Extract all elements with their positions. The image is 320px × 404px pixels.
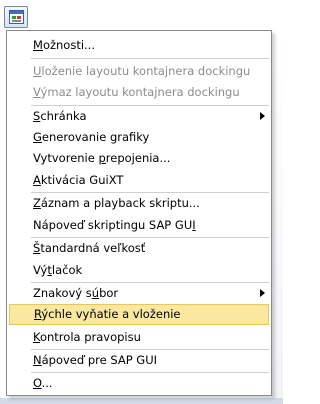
menu-item-access-key: K: [33, 330, 40, 344]
menu-item-access-key: p: [98, 151, 106, 165]
menu-item-quick-cut-paste[interactable]: Rýchle vyňatie a vloženie: [9, 304, 269, 325]
menu-item-about[interactable]: O...: [9, 373, 269, 394]
menu-item-label-rest: tandardná veľkosť: [40, 241, 146, 255]
menu-item-delete-docking-layout[interactable]: Výmaz layoutu kontajnera dockingu: [9, 82, 269, 103]
menu-item-label-rest: ontrola pravopisu: [39, 330, 141, 344]
menu-item-font[interactable]: Znakový súbor: [9, 283, 269, 304]
menu-item-label-rest: loženie layoutu kontajnera dockingu: [41, 64, 251, 78]
menu-item-save-docking-layout[interactable]: Uloženie layoutu kontajnera dockingu: [9, 61, 269, 82]
menu-item-generate-graphics[interactable]: Generovanie grafiky: [9, 127, 269, 148]
window-menu-button[interactable]: [4, 6, 28, 28]
menu-item-access-key: O: [33, 376, 42, 390]
menu-item-access-key: M: [33, 38, 43, 52]
menu-item-label-pre: Vytvorenie: [33, 151, 99, 165]
menu-item-label-rest: ktivácia GuiXT: [40, 173, 124, 187]
submenu-arrow-icon: [260, 289, 265, 297]
menu-item-access-key: A: [33, 173, 41, 187]
menu-item-options[interactable]: Možnosti...: [9, 35, 269, 56]
menu-item-label-rest: ýmaz layoutu kontajnera dockingu: [40, 85, 240, 99]
window-menu-icon: [9, 10, 24, 24]
background-panel: [272, 30, 283, 404]
menu-item-label-rest: enerovanie grafiky: [41, 130, 150, 144]
context-menu: Možnosti... Uloženie layoutu kontajnera …: [6, 30, 272, 396]
menu-item-clipboard[interactable]: Schránka: [9, 106, 269, 127]
menu-item-default-size[interactable]: Štandardná veľkosť: [9, 238, 269, 259]
submenu-arrow-icon: [260, 112, 265, 120]
menu-separator: [31, 58, 269, 59]
menu-item-access-key: ú: [91, 286, 100, 300]
menu-item-scripting-help[interactable]: Nápoveď skriptingu SAP GUI: [9, 215, 269, 236]
menu-item-print[interactable]: Výtlačok: [9, 260, 269, 281]
menu-item-label-rest: ožnosti...: [42, 38, 95, 52]
menu-item-create-shortcut[interactable]: Vytvorenie prepojenia...: [9, 148, 269, 169]
menu-item-access-key: Z: [33, 196, 41, 210]
menu-item-access-key: I: [192, 218, 196, 232]
menu-item-label-rest: repojenia...: [105, 151, 171, 165]
menu-item-label-pre: Znakový s: [33, 286, 92, 300]
menu-item-activate-guixt[interactable]: Aktivácia GuiXT: [9, 170, 269, 191]
toolbar: [0, 0, 283, 30]
menu-item-label-rest: ýchle vyňatie a vloženie: [41, 307, 181, 321]
menu-item-label-pre: Nápoveď skriptingu SAP GU: [33, 218, 193, 232]
menu-item-access-key: G: [33, 130, 42, 144]
menu-item-label-rest: bor: [99, 286, 119, 300]
menu-item-access-key: N: [33, 353, 42, 367]
menu-item-script-recording[interactable]: Záznam a playback skriptu...: [9, 193, 269, 214]
menu-item-spell-check[interactable]: Kontrola pravopisu: [9, 327, 269, 348]
menu-item-label-rest: lačok: [51, 263, 83, 277]
background-strip: [0, 398, 283, 404]
screen: Možnosti... Uloženie layoutu kontajnera …: [0, 0, 283, 404]
menu-item-access-key: V: [33, 85, 41, 99]
menu-item-label-rest: chránka: [40, 109, 87, 123]
menu-item-sap-gui-help[interactable]: Nápoveď pre SAP GUI: [9, 350, 269, 371]
menu-item-label-pre: Vý: [33, 263, 48, 277]
menu-item-label-rest: ...: [41, 376, 53, 390]
menu-item-label-rest: ápoveď pre SAP GUI: [41, 353, 158, 367]
menu-item-label-rest: áznam a playback skriptu...: [40, 196, 200, 210]
